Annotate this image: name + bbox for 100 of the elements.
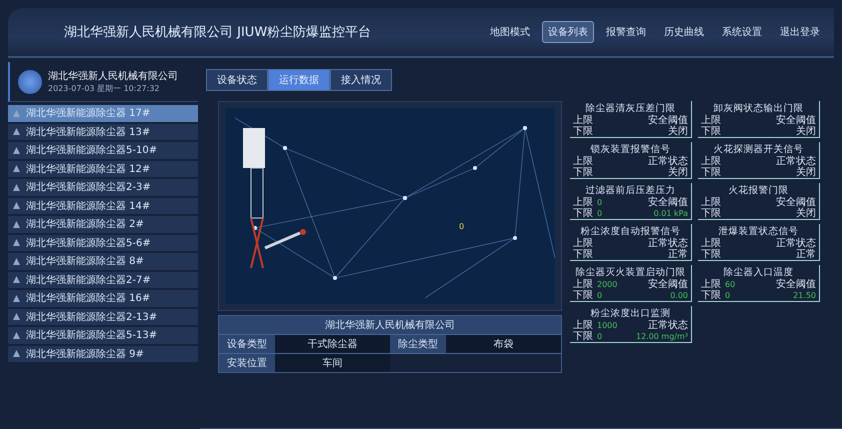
- limit-label: 上限: [573, 156, 593, 167]
- triangle-icon: [13, 313, 20, 320]
- limit-label: 下限: [573, 290, 593, 301]
- triangle-icon: [13, 276, 20, 284]
- limit-value: 0: [725, 290, 730, 301]
- triangle-icon: [13, 294, 20, 302]
- limit-label: 上限: [573, 197, 593, 208]
- nav-item[interactable]: 设备列表: [542, 21, 594, 43]
- label-cell: 设备类型: [219, 335, 275, 353]
- device-name: 湖北华强新能源除尘器 2#: [26, 218, 144, 232]
- company-logo-icon: [18, 70, 42, 94]
- limit-value: 2000: [597, 279, 618, 290]
- triangle-icon: [13, 220, 20, 228]
- triangle-icon: [13, 110, 20, 117]
- device-item[interactable]: 湖北华强新能源除尘器 16#: [8, 290, 198, 306]
- status-value: 安全阈值: [648, 279, 688, 290]
- card-title: 除尘器入口温度: [722, 266, 794, 278]
- device-item[interactable]: 湖北华强新能源除尘器2-13#: [8, 308, 198, 325]
- limit-label: 上限: [701, 115, 721, 126]
- nav-item[interactable]: 历史曲线: [658, 21, 710, 43]
- company-name: 湖北华强新人民机械有限公司: [48, 70, 178, 83]
- device-item[interactable]: 湖北华强新能源除尘器 2#: [8, 216, 198, 232]
- status-value: 正常状态: [776, 156, 816, 167]
- limit-value: 0: [597, 331, 602, 342]
- device-name: 湖北华强新能源除尘器 9#: [26, 348, 144, 361]
- date-time: 2023-07-03 星期一 10:27:32: [48, 83, 161, 94]
- label-cell: 除尘类型: [390, 335, 446, 353]
- status-value: 关闭: [796, 167, 816, 178]
- status-value: 关闭: [796, 208, 816, 219]
- nav-item[interactable]: 退出登录: [774, 21, 826, 43]
- status-value: 21.50: [793, 290, 816, 301]
- tab[interactable]: 接入情况: [330, 69, 392, 91]
- status-value: 正常状态: [648, 156, 688, 167]
- limit-label: 下限: [701, 249, 721, 260]
- nav-item[interactable]: 系统设置: [716, 21, 768, 43]
- tab[interactable]: 设备状态: [206, 69, 268, 91]
- value-cell: 布袋: [446, 335, 561, 353]
- limit-label: 下限: [573, 249, 593, 260]
- status-value: 安全阈值: [648, 115, 688, 126]
- nav-item[interactable]: 地图模式: [484, 21, 536, 43]
- card-title: 锁灰装置报警信号: [590, 143, 672, 156]
- triangle-icon: [13, 350, 20, 358]
- limit-value: 60: [725, 279, 736, 290]
- card-title: 粉尘浓度出口监测: [590, 307, 672, 320]
- triangle-icon: [13, 239, 20, 246]
- device-name: 湖北华强新能源除尘器2-7#: [26, 274, 151, 287]
- card-title: 粉尘浓度自动报警信号: [580, 225, 682, 238]
- device-item[interactable]: 湖北华强新能源除尘器 13#: [8, 124, 198, 140]
- device-item[interactable]: 湖北华强新能源除尘器 8#: [8, 253, 198, 270]
- limit-label: 下限: [701, 167, 721, 178]
- triangle-icon: [13, 146, 20, 154]
- limit-label: 下限: [701, 208, 721, 219]
- limit-value: 1000: [597, 320, 618, 331]
- status-value: 关闭: [796, 126, 816, 137]
- status-value: 关闭: [668, 126, 688, 137]
- device-item[interactable]: 湖北华强新能源除尘器5-13#: [8, 327, 198, 344]
- limit-label: 下限: [701, 290, 721, 301]
- limit-label: 下限: [573, 331, 593, 342]
- limit-label: 下限: [701, 126, 721, 137]
- marker-value: 0: [459, 222, 464, 231]
- card-title: 泄爆装置状态信号: [718, 225, 800, 238]
- status-value: 正常状态: [776, 238, 816, 249]
- limit-label: 上限: [573, 320, 593, 331]
- status-value: 安全阈值: [776, 197, 816, 208]
- device-name: 湖北华强新能源除尘器 8#: [26, 254, 144, 268]
- device-item[interactable]: 湖北华强新能源除尘器5-6#: [8, 234, 198, 251]
- value-cell: 干式除尘器: [275, 335, 390, 353]
- limit-value: 0: [597, 208, 602, 219]
- device-name: 湖北华强新能源除尘器 16#: [26, 292, 150, 306]
- triangle-icon: [13, 202, 20, 210]
- limit-value: 0: [597, 290, 602, 301]
- device-item[interactable]: 湖北华强新能源除尘器2-7#: [8, 272, 198, 288]
- device-name: 湖北华强新能源除尘器 13#: [26, 126, 150, 139]
- device-item[interactable]: 湖北华强新能源除尘器 12#: [8, 160, 198, 177]
- limit-label: 上限: [701, 279, 721, 290]
- nav-item[interactable]: 报警查询: [600, 21, 652, 43]
- platform-title: 湖北华强新人民机械有限公司 JIUW粉尘防爆监控平台: [64, 24, 372, 41]
- card-title: 除尘器清灰压差门限: [584, 102, 676, 114]
- triangle-icon: [13, 332, 20, 339]
- triangle-icon: [13, 258, 20, 265]
- device-item[interactable]: 湖北华强新能源除尘器5-10#: [8, 142, 198, 158]
- triangle-icon: [13, 165, 20, 172]
- limit-label: 上限: [701, 197, 721, 208]
- limit-label: 上限: [701, 238, 721, 249]
- limit-label: 上限: [573, 115, 593, 126]
- device-name: 湖北华强新能源除尘器5-6#: [26, 236, 151, 250]
- status-value: 关闭: [668, 167, 688, 178]
- device-name: 湖北华强新能源除尘器 17#: [26, 106, 150, 120]
- device-item[interactable]: 湖北华强新能源除尘器2-3#: [8, 179, 198, 196]
- status-value: 0.01 kPa: [654, 208, 688, 219]
- device-name: 湖北华强新能源除尘器2-3#: [26, 180, 151, 194]
- status-value: 正常: [668, 249, 688, 260]
- status-value: 正常状态: [648, 320, 688, 331]
- limit-label: 上限: [573, 279, 593, 290]
- card-title: 除尘器灭火装置启动门限: [574, 266, 686, 278]
- device-item[interactable]: 湖北华强新能源除尘器 14#: [8, 198, 198, 214]
- status-value: 0.00: [670, 290, 688, 301]
- device-name: 湖北华强新能源除尘器 14#: [26, 200, 150, 213]
- card-title: 过滤器前后压差压力: [584, 184, 676, 196]
- device-item[interactable]: 湖北华强新能源除尘器 9#: [8, 346, 198, 362]
